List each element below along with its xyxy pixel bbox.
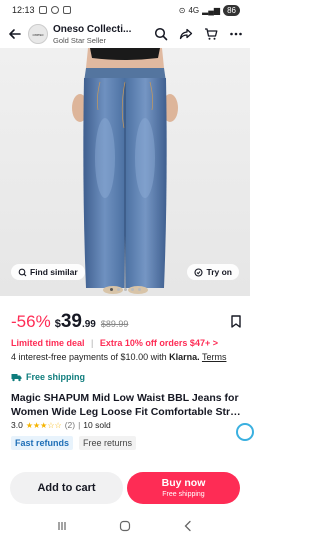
back-button[interactable]	[6, 25, 24, 43]
recent-apps-button[interactable]	[55, 519, 69, 533]
product-title: Magic SHAPUM Mid Low Waist BBL Jeans for…	[11, 391, 243, 419]
status-left: 12:13	[12, 5, 71, 15]
rating-stars-icon: ★★★☆☆	[25, 420, 62, 430]
search-button[interactable]	[153, 26, 169, 42]
battery-icon: 86	[223, 4, 240, 16]
signal-icon: ▂▄▆	[202, 5, 221, 15]
seller-info[interactable]: Oneso Collecti... Gold Star Seller	[53, 24, 133, 45]
system-nav-bar	[0, 510, 250, 541]
find-similar-icon	[18, 268, 27, 276]
share-button[interactable]	[178, 26, 194, 42]
service-chips: Fast refunds Free returns	[11, 436, 137, 450]
limited-deal-label: Limited time deal	[11, 338, 85, 348]
klarna-terms-link[interactable]: Terms	[202, 352, 227, 362]
product-title-line1: Magic SHAPUM Mid Low Waist BBL Jeans for	[11, 392, 239, 404]
recent-apps-icon	[58, 521, 66, 530]
app-icon	[62, 6, 71, 14]
system-back-button[interactable]	[181, 519, 195, 533]
try-on-label: Try on	[206, 267, 232, 277]
carousel-dot	[116, 288, 120, 291]
home-icon	[119, 520, 131, 531]
seller-logo[interactable]: oneso	[28, 24, 48, 44]
product-jeans-image	[0, 48, 250, 296]
product-title-line2: Women Wide Leg Loose Fit Comfortable Str…	[11, 406, 243, 418]
cart-button[interactable]	[203, 26, 219, 42]
more-button[interactable]	[228, 26, 244, 42]
status-bar: 12:13 ⊙ 4G ▂▄▆ 86	[0, 0, 250, 20]
buy-now-sub-label: Free shipping	[162, 491, 205, 498]
network-label: 4G	[188, 5, 200, 15]
bookmark-icon[interactable]	[231, 315, 241, 328]
price-whole: 39	[60, 311, 82, 332]
home-button[interactable]	[118, 519, 132, 533]
floating-assistant-icon[interactable]	[236, 423, 254, 441]
carousel-dot	[130, 288, 134, 291]
sold-count: 10 sold	[83, 420, 111, 430]
try-on-button[interactable]: Try on	[187, 264, 239, 280]
rating-count: (2)	[64, 420, 76, 430]
discount-percent: -56%	[11, 312, 51, 331]
klarna-brand: Klarna.	[169, 352, 200, 362]
rating-separator: |	[78, 420, 81, 430]
free-returns-chip[interactable]: Free returns	[79, 436, 137, 450]
seller-logo-text: oneso	[32, 31, 44, 37]
price-row: -56% $ 39 .99 $89.99	[11, 311, 241, 333]
klarna-row: 4 interest-free payments of $10.00 with …	[11, 352, 226, 362]
more-icon	[230, 32, 242, 36]
status-right: ⊙ 4G ▂▄▆ 86	[178, 4, 240, 16]
shipping-row: Free shipping	[11, 372, 85, 382]
carousel-dots	[0, 288, 250, 291]
fast-refunds-chip[interactable]: Fast refunds	[11, 436, 74, 450]
notification-icon	[38, 6, 47, 14]
location-icon: ⊙	[178, 5, 186, 15]
buy-now-label: Buy now	[161, 477, 206, 489]
faded-content-row	[11, 457, 241, 465]
klarna-text: 4 interest-free payments of $10.00 with	[11, 352, 170, 362]
free-shipping-label: Free shipping	[26, 372, 86, 382]
carousel-dot	[123, 288, 127, 291]
truck-icon	[11, 373, 22, 381]
deal-separator: |	[91, 338, 94, 348]
find-similar-button[interactable]: Find similar	[11, 264, 85, 280]
add-to-cart-button[interactable]: Add to cart	[10, 471, 123, 504]
facebook-icon	[50, 6, 59, 14]
cart-icon	[205, 28, 218, 40]
carousel-dot	[137, 288, 141, 291]
carousel-dot	[109, 288, 113, 291]
back-arrow-icon	[9, 29, 21, 39]
system-back-icon	[184, 520, 191, 531]
extra-discount-link[interactable]: Extra 10% off orders $47+ >	[100, 338, 218, 348]
header-actions	[153, 26, 244, 42]
seller-name: Oneso Collecti...	[53, 23, 132, 35]
header: oneso Oneso Collecti... Gold Star Seller	[0, 20, 250, 48]
price-cents: .99	[81, 319, 96, 330]
find-similar-label: Find similar	[30, 267, 78, 277]
buy-now-button[interactable]: Buy now Free shipping	[127, 471, 240, 504]
rating-row[interactable]: 3.0 ★★★☆☆ (2) | 10 sold	[11, 420, 111, 430]
original-price: $89.99	[100, 319, 129, 329]
search-icon	[154, 27, 168, 41]
bottom-action-bar: Add to cart Buy now Free shipping	[0, 465, 250, 510]
rating-score: 3.0	[11, 420, 23, 430]
status-time: 12:13	[12, 5, 35, 15]
try-on-icon	[194, 267, 204, 277]
product-image-carousel[interactable]: Find similar Try on	[0, 48, 250, 296]
seller-badge: Gold Star Seller	[53, 35, 106, 45]
deal-row[interactable]: Limited time deal | Extra 10% off orders…	[11, 338, 218, 348]
share-icon	[179, 28, 193, 40]
